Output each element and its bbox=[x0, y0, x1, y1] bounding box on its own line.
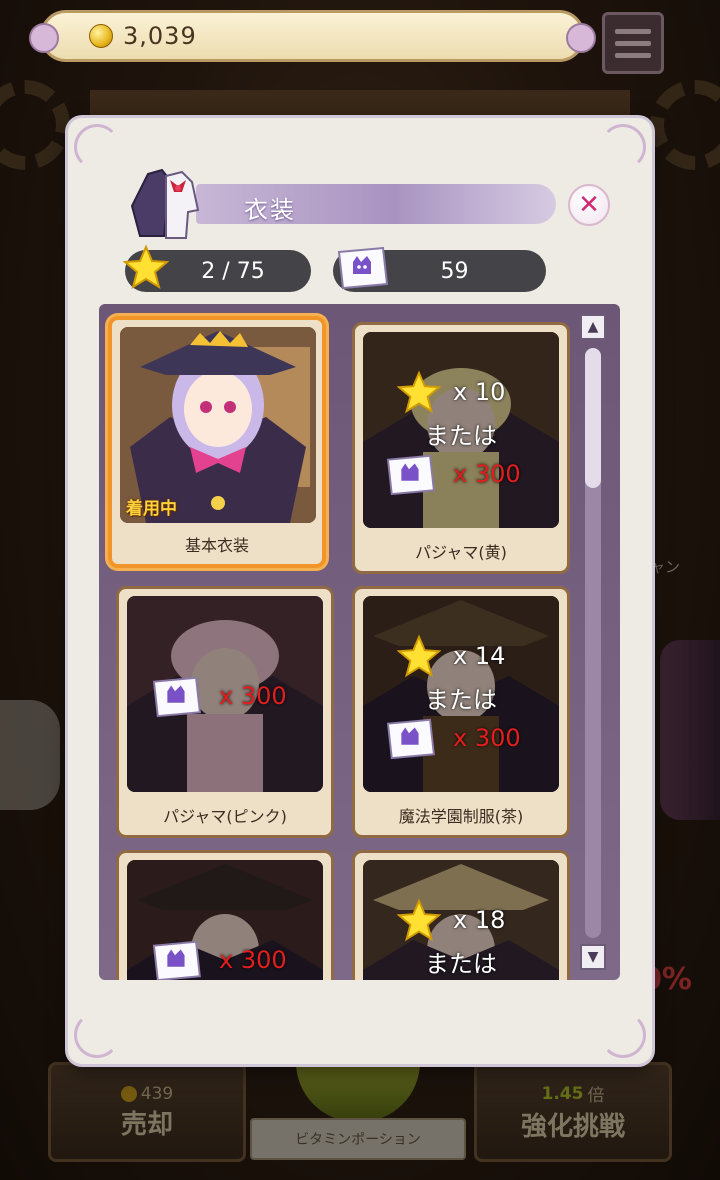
corner-ornament bbox=[74, 1012, 120, 1058]
corner-ornament bbox=[600, 1012, 646, 1058]
ticket-cost: x 300 bbox=[453, 724, 521, 752]
scrollbar[interactable]: ▲ ▼ bbox=[580, 314, 606, 974]
outfit-name: 基本衣装 bbox=[184, 536, 249, 555]
outfit-name: パジャマ(ピンク) bbox=[163, 807, 287, 826]
menu-button[interactable] bbox=[602, 12, 664, 74]
outfit-card-basic[interactable]: 着用中 基本衣装 bbox=[108, 316, 326, 568]
close-icon: ✕ bbox=[578, 190, 600, 220]
or-label: または bbox=[425, 422, 497, 450]
outfit-cost: x 14 または x 300 bbox=[363, 596, 559, 792]
outfit-card-pajama-yellow[interactable]: x 10 または x 300 パジャマ(黄) bbox=[352, 322, 570, 574]
ticket-cost: x 300 bbox=[219, 682, 287, 710]
outfit-thumbnail: x 14 または x 300 bbox=[363, 596, 559, 792]
outfit-card-academy-brown[interactable]: x 14 または x 300 魔法学園制服(茶) bbox=[352, 586, 570, 838]
star-cost: x 18 bbox=[453, 906, 506, 934]
outfit-card-5[interactable]: x 300 bbox=[116, 850, 334, 980]
outfit-list[interactable]: 着用中 基本衣装 x 10 または x 300 パジャマ(黄) x 300 パジ… bbox=[99, 304, 620, 980]
outfit-thumbnail: x 18 または bbox=[363, 860, 559, 980]
or-label: または bbox=[425, 950, 497, 978]
triangle-up-icon: ▲ bbox=[587, 319, 599, 335]
star-counter: 2 / 75 bbox=[123, 244, 311, 292]
ticket-counter: 59 bbox=[333, 246, 546, 292]
outfit-cost: x 10 または x 300 bbox=[363, 332, 559, 528]
equipped-badge: 着用中 bbox=[126, 499, 177, 519]
outfit-cost: x 300 bbox=[127, 596, 323, 792]
ticket-cost: x 300 bbox=[453, 460, 521, 488]
hamburger-icon bbox=[615, 28, 651, 34]
outfit-thumbnail: 着用中 bbox=[120, 327, 316, 523]
star-icon bbox=[123, 244, 169, 290]
costume-icon bbox=[130, 168, 200, 239]
ticket-cost: x 300 bbox=[219, 946, 287, 974]
dialog-title: 衣装 bbox=[244, 196, 296, 224]
cat-ticket-icon bbox=[337, 246, 389, 290]
outfit-name: 魔法学園制服(茶) bbox=[398, 807, 524, 826]
corner-ornament bbox=[74, 124, 120, 170]
outfit-thumbnail: x 10 または x 300 bbox=[363, 332, 559, 528]
cat-ticket-icon bbox=[152, 676, 201, 718]
outfit-cost: x 18 または bbox=[363, 860, 559, 980]
triangle-down-icon: ▼ bbox=[587, 949, 599, 965]
cat-ticket-icon bbox=[152, 940, 201, 980]
cat-ticket-icon bbox=[386, 718, 435, 760]
costume-dialog: 衣装 ✕ 2 / 75 59 着用中 基本衣装 x 10 または x 300 パ… bbox=[68, 118, 652, 1064]
outfit-card-6[interactable]: x 18 または bbox=[352, 850, 570, 980]
scroll-down-button[interactable]: ▼ bbox=[580, 944, 606, 970]
coin-balance-bar: 3,039 bbox=[29, 10, 596, 62]
coin-icon bbox=[89, 24, 113, 48]
scroll-thumb[interactable] bbox=[585, 348, 601, 488]
close-button[interactable]: ✕ bbox=[568, 184, 610, 226]
star-icon bbox=[397, 898, 441, 942]
cat-ticket-icon bbox=[386, 454, 435, 496]
scroll-up-button[interactable]: ▲ bbox=[580, 314, 606, 340]
corner-ornament bbox=[600, 124, 646, 170]
outfit-cost: x 300 bbox=[127, 860, 323, 980]
star-icon bbox=[397, 634, 441, 678]
star-icon bbox=[397, 370, 441, 414]
outfit-name: パジャマ(黄) bbox=[415, 543, 507, 562]
star-cost: x 10 bbox=[453, 378, 506, 406]
outfit-card-pajama-pink[interactable]: x 300 パジャマ(ピンク) bbox=[116, 586, 334, 838]
outfit-thumbnail: x 300 bbox=[127, 596, 323, 792]
outfit-thumbnail: x 300 bbox=[127, 860, 323, 980]
or-label: または bbox=[425, 686, 497, 714]
star-cost: x 14 bbox=[453, 642, 506, 670]
coin-balance: 3,039 bbox=[123, 22, 197, 50]
